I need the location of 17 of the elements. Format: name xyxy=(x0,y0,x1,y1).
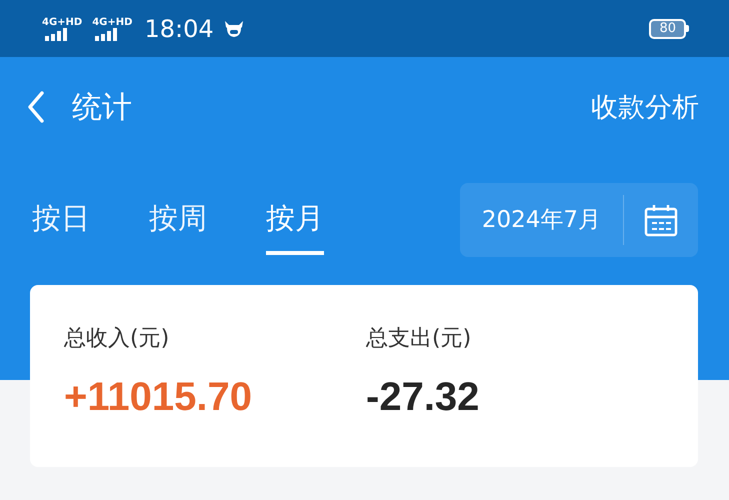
summary-label: 总收入(元) xyxy=(64,325,170,353)
period-tab[interactable]: 按日 xyxy=(32,185,90,255)
signal-icon xyxy=(42,28,68,40)
amount-value: -27.32 xyxy=(366,375,480,420)
period-tab[interactable]: 按周 xyxy=(149,185,207,255)
analysis-link[interactable]: 收款分析 xyxy=(591,89,699,125)
battery-indicator: 80 xyxy=(649,18,689,38)
summary-label: 总支出(元) xyxy=(366,325,472,353)
calendar-icon[interactable] xyxy=(644,204,678,236)
signal-icon xyxy=(92,28,118,40)
network-label: 4G+HD xyxy=(42,16,82,28)
network-label: 4G+HD xyxy=(92,16,132,28)
month-picker[interactable]: 2024年7月 xyxy=(460,183,698,257)
page-title: 统计 xyxy=(72,88,133,126)
period-tab[interactable]: 按月 xyxy=(266,185,324,255)
amount-value: +11015.70 xyxy=(64,375,252,420)
clock-time: 18:04 xyxy=(144,14,214,42)
